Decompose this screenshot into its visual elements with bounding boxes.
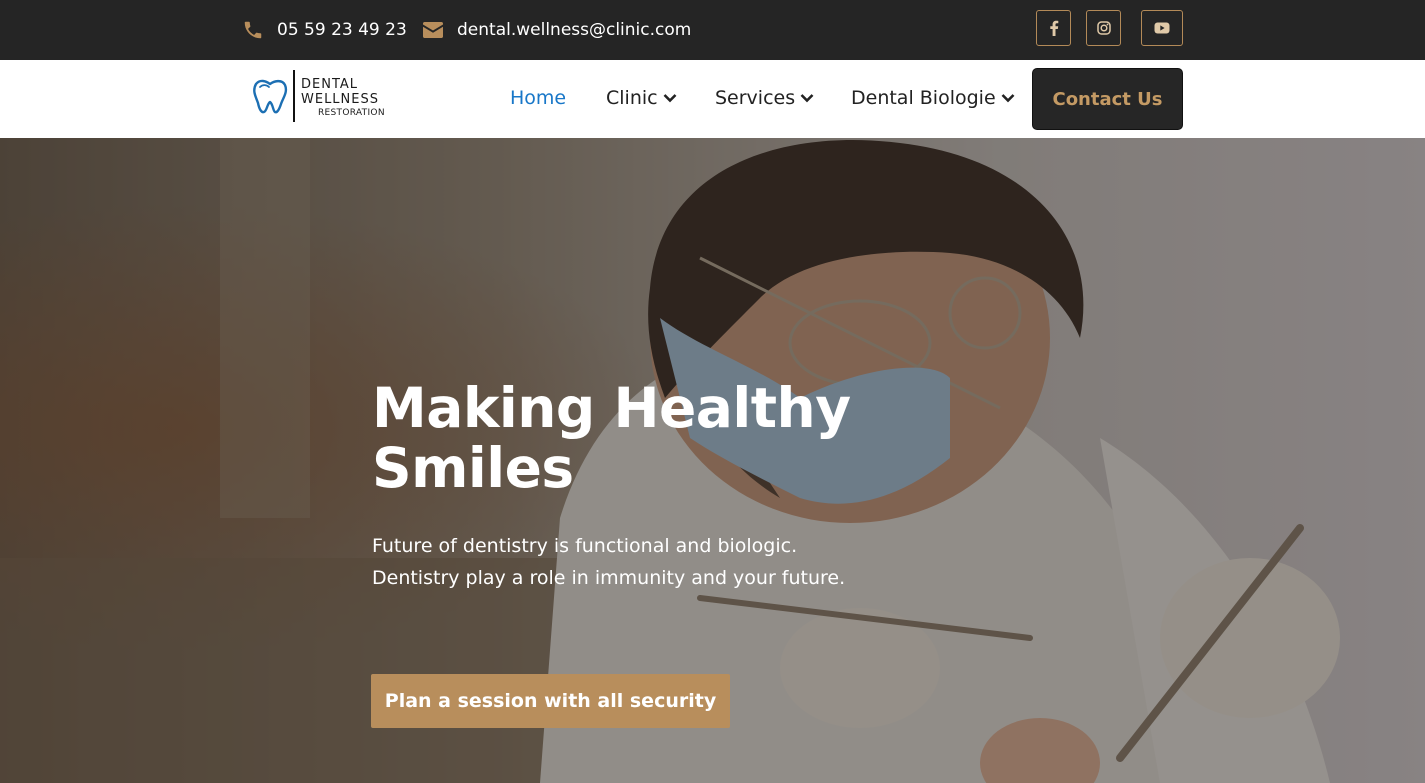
phone-contact[interactable]: 05 59 23 49 23 bbox=[242, 17, 407, 43]
hero-section: Making Healthy Smiles Future of dentistr… bbox=[0, 138, 1425, 783]
nav-services-label: Services bbox=[715, 87, 796, 109]
hero-subtitle-line-1: Future of dentistry is functional and bi… bbox=[372, 535, 798, 557]
facebook-button[interactable] bbox=[1036, 10, 1071, 46]
logo-text-dental: DENTAL bbox=[301, 77, 359, 92]
chevron-down-icon bbox=[1001, 94, 1015, 103]
phone-icon bbox=[244, 21, 262, 39]
email-contact[interactable]: dental.wellness@clinic.com bbox=[422, 17, 691, 43]
instagram-button[interactable] bbox=[1086, 10, 1121, 46]
nav-services[interactable]: Services bbox=[715, 85, 814, 111]
facebook-icon bbox=[1049, 20, 1058, 36]
plan-session-button[interactable]: Plan a session with all security bbox=[371, 674, 730, 728]
chevron-down-icon bbox=[800, 94, 814, 103]
logo-text-restoration: RESTORATION bbox=[318, 108, 385, 118]
email-address[interactable]: dental.wellness@clinic.com bbox=[457, 20, 691, 40]
logo-text-wellness: WELLNESS bbox=[301, 92, 379, 107]
hero-title: Making Healthy Smiles bbox=[372, 376, 851, 500]
youtube-icon bbox=[1154, 22, 1170, 34]
chevron-down-icon bbox=[663, 94, 677, 103]
nav-dental-biologie-label: Dental Biologie bbox=[851, 87, 996, 109]
site-header: DENTAL WELLNESS RESTORATION Home Clinic … bbox=[0, 60, 1425, 138]
nav-clinic[interactable]: Clinic bbox=[606, 85, 677, 111]
nav-dental-biologie[interactable]: Dental Biologie bbox=[851, 85, 1015, 111]
contact-us-button[interactable]: Contact Us bbox=[1032, 68, 1183, 130]
nav-clinic-label: Clinic bbox=[606, 87, 658, 109]
logo-divider bbox=[293, 70, 295, 122]
phone-number[interactable]: 05 59 23 49 23 bbox=[277, 20, 407, 40]
instagram-icon bbox=[1096, 21, 1111, 35]
youtube-button[interactable] bbox=[1141, 10, 1183, 46]
nav-home-label: Home bbox=[510, 87, 567, 109]
tooth-logo-icon bbox=[253, 79, 288, 114]
envelope-icon bbox=[423, 22, 443, 38]
top-bar: 05 59 23 49 23 dental.wellness@clinic.co… bbox=[0, 0, 1425, 60]
logo[interactable]: DENTAL WELLNESS RESTORATION bbox=[250, 68, 400, 128]
nav-home[interactable]: Home bbox=[510, 85, 566, 111]
hero-subtitle-line-2: Dentistry play a role in immunity and yo… bbox=[372, 567, 846, 589]
